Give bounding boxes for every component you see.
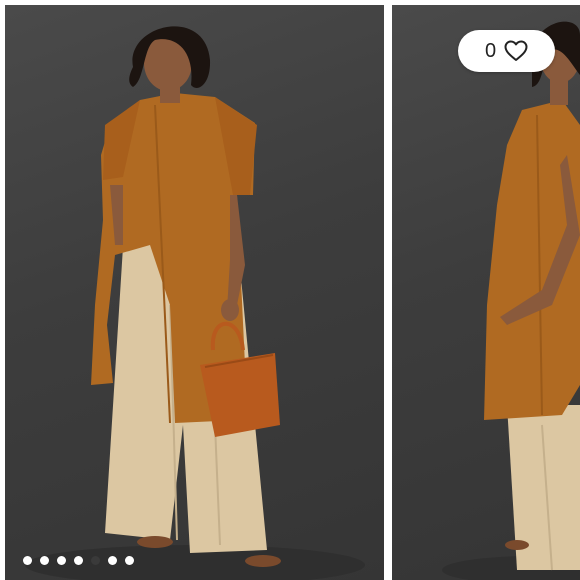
product-image-slide[interactable]	[392, 5, 580, 580]
carousel-dot[interactable]	[40, 555, 49, 565]
wishlist-count: 0	[484, 40, 497, 62]
carousel-dot[interactable]	[74, 555, 83, 565]
carousel-dot[interactable]	[125, 555, 134, 565]
slide-divider	[384, 0, 392, 580]
product-photo-model	[25, 26, 365, 580]
heart-outline-icon	[504, 40, 528, 61]
product-image-carousel[interactable]: 0	[0, 0, 580, 580]
product-photo-model	[442, 21, 580, 580]
carousel-dot[interactable]	[108, 555, 117, 565]
carousel-pagination-dots	[23, 554, 134, 566]
wishlist-button[interactable]: 0	[458, 30, 555, 72]
carousel-dot[interactable]	[57, 555, 66, 565]
carousel-dot-active[interactable]	[91, 555, 100, 565]
product-image-slide[interactable]	[5, 5, 384, 580]
carousel-dot[interactable]	[23, 555, 32, 565]
